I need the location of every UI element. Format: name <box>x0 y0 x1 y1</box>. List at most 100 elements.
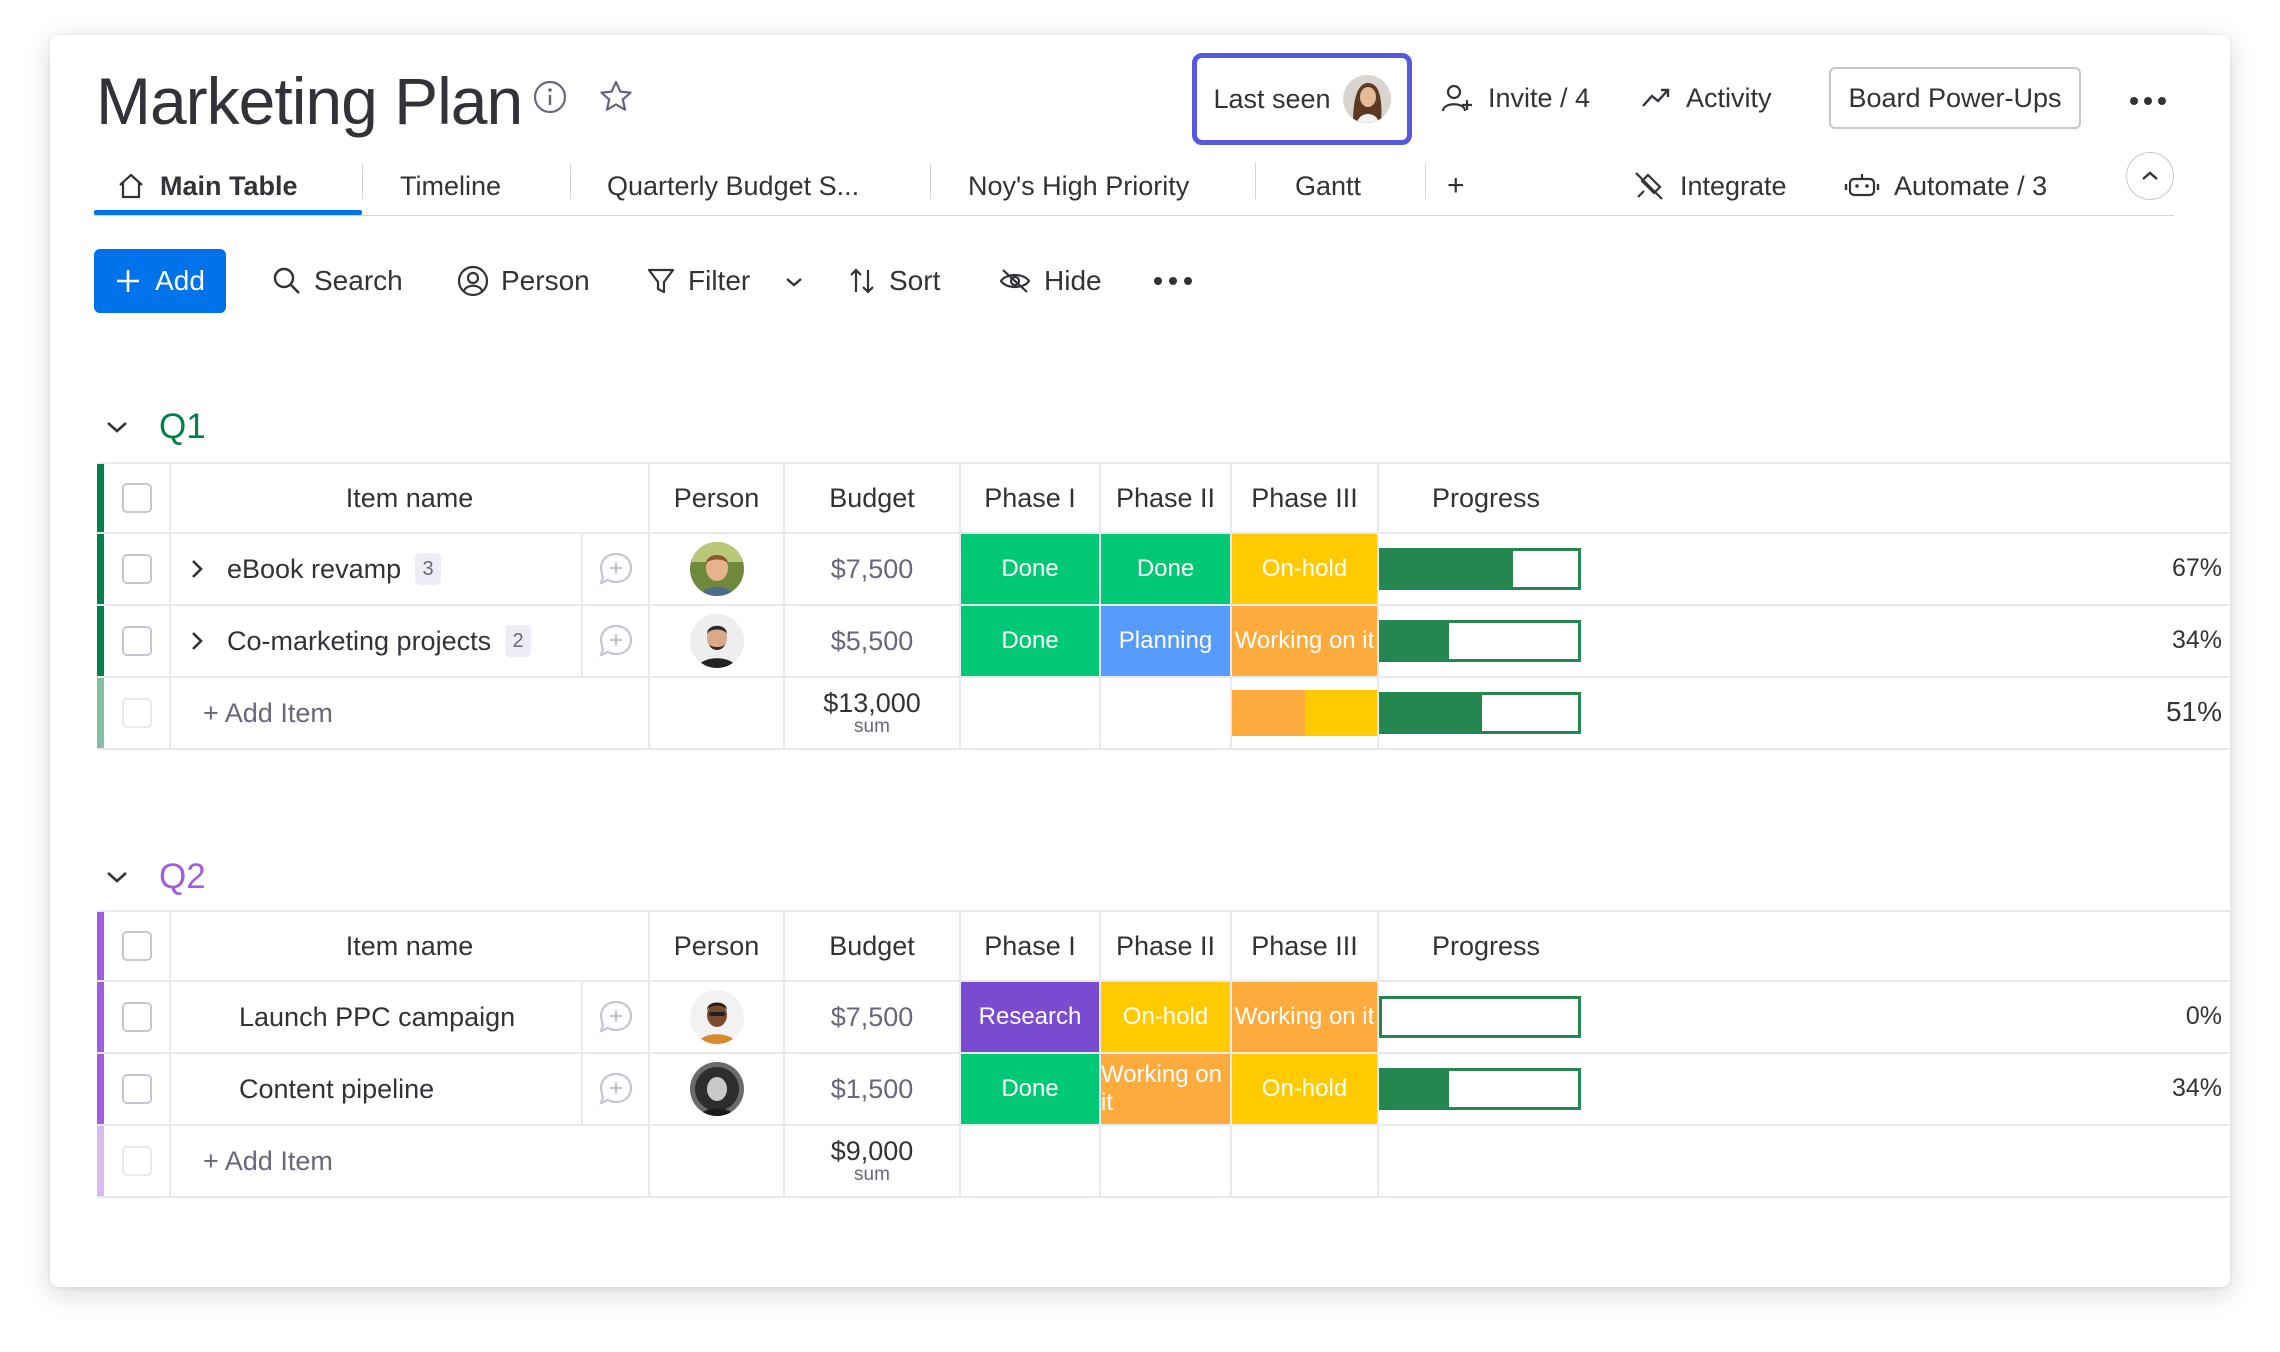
phase-3-status[interactable]: Working on it <box>1230 982 1377 1052</box>
table-row[interactable]: Co-marketing projects 2 $5,500 Done Plan… <box>97 606 2230 678</box>
integrate-button[interactable]: Integrate <box>1632 158 1787 214</box>
add-item-input[interactable]: + Add Item <box>169 1126 648 1196</box>
person-cell[interactable] <box>648 606 783 676</box>
select-all-checkbox[interactable] <box>121 483 152 513</box>
table-row[interactable]: Content pipeline $1,500 Done Working on … <box>97 1054 2230 1126</box>
board-power-ups-button[interactable]: Board Power-Ups <box>1829 67 2081 129</box>
filter-dropdown-chevron-icon[interactable] <box>779 267 809 297</box>
phase-2-status[interactable]: Planning <box>1099 606 1230 676</box>
budget-cell[interactable]: $1,500 <box>783 1054 959 1124</box>
phase-1-status[interactable]: Research <box>959 982 1099 1052</box>
group-header-q2[interactable]: Q2 <box>105 847 206 907</box>
person-avatar[interactable] <box>689 542 744 596</box>
group-header-q1[interactable]: Q1 <box>105 397 206 457</box>
more-options-icon[interactable] <box>2126 81 2170 121</box>
info-icon[interactable] <box>532 79 568 115</box>
chevron-down-icon[interactable] <box>105 419 129 435</box>
tab-main-table[interactable]: Main Table <box>116 158 298 214</box>
phase-2-status[interactable]: On-hold <box>1099 982 1230 1052</box>
budget-cell[interactable]: $5,500 <box>783 606 959 676</box>
group-title-q1[interactable]: Q1 <box>159 407 206 447</box>
add-update-icon[interactable] <box>597 550 635 588</box>
column-header-phase-2[interactable]: Phase II <box>1099 464 1230 532</box>
add-view-button[interactable]: + <box>1447 158 1465 214</box>
column-header-phase-2[interactable]: Phase II <box>1099 912 1230 980</box>
person-avatar[interactable] <box>689 990 744 1044</box>
group-title-q2[interactable]: Q2 <box>159 857 206 897</box>
chevron-down-icon[interactable] <box>105 869 129 885</box>
person-avatar[interactable] <box>689 1062 744 1116</box>
table-row[interactable]: eBook revamp 3 $7,500 Done Done On-hold … <box>97 534 2230 606</box>
tab-gantt[interactable]: Gantt <box>1295 158 1361 214</box>
activity-button[interactable]: Activity <box>1640 75 1772 121</box>
phase-3-status[interactable]: On-hold <box>1230 1054 1377 1124</box>
phase-1-status[interactable]: Done <box>959 606 1099 676</box>
sort-button[interactable]: Sort <box>847 249 940 313</box>
star-icon[interactable] <box>596 77 636 117</box>
last-seen-button[interactable]: Last seen <box>1192 53 1412 145</box>
column-header-item-name[interactable]: Item name <box>169 912 648 980</box>
updates-cell[interactable] <box>581 534 648 604</box>
person-filter-button[interactable]: Person <box>457 249 590 313</box>
expand-subitems-chevron-icon[interactable] <box>187 557 207 581</box>
hide-button[interactable]: Hide <box>998 249 1102 313</box>
phase-3-status[interactable]: On-hold <box>1230 534 1377 604</box>
budget-cell[interactable]: $7,500 <box>783 982 959 1052</box>
column-header-progress[interactable]: Progress <box>1377 464 1593 532</box>
item-name-cell[interactable]: Launch PPC campaign <box>169 982 581 1052</box>
item-name[interactable]: eBook revamp <box>227 554 401 585</box>
person-cell[interactable] <box>648 534 783 604</box>
filter-button[interactable]: Filter <box>646 249 750 313</box>
item-name-cell[interactable]: Co-marketing projects 2 <box>169 606 581 676</box>
item-name[interactable]: Content pipeline <box>239 1074 434 1105</box>
row-checkbox[interactable] <box>121 554 152 584</box>
column-header-phase-1[interactable]: Phase I <box>959 464 1099 532</box>
phase-3-distribution-bar[interactable] <box>1232 690 1377 736</box>
phase-2-status[interactable]: Working on it <box>1099 1054 1230 1124</box>
column-header-budget[interactable]: Budget <box>783 912 959 980</box>
add-update-icon[interactable] <box>597 998 635 1036</box>
board-title[interactable]: Marketing Plan <box>96 61 523 141</box>
collapse-header-button[interactable] <box>2126 152 2174 200</box>
person-cell[interactable] <box>648 982 783 1052</box>
item-name-cell[interactable]: Content pipeline <box>169 1054 581 1124</box>
tab-quarterly-budget[interactable]: Quarterly Budget S... <box>607 158 859 214</box>
row-checkbox[interactable] <box>121 626 152 656</box>
row-checkbox[interactable] <box>121 1002 152 1032</box>
column-header-progress[interactable]: Progress <box>1377 912 1593 980</box>
toolbar-more-icon[interactable] <box>1150 261 1196 301</box>
phase-1-status[interactable]: Done <box>959 534 1099 604</box>
budget-cell[interactable]: $7,500 <box>783 534 959 604</box>
updates-cell[interactable] <box>581 982 648 1052</box>
search-button[interactable]: Search <box>272 249 403 313</box>
add-update-icon[interactable] <box>597 1070 635 1108</box>
column-header-phase-3[interactable]: Phase III <box>1230 912 1377 980</box>
phase-1-status[interactable]: Done <box>959 1054 1099 1124</box>
tab-timeline[interactable]: Timeline <box>400 158 501 214</box>
row-checkbox[interactable] <box>121 1074 152 1104</box>
item-name[interactable]: Launch PPC campaign <box>239 1002 515 1033</box>
phase-2-status[interactable]: Done <box>1099 534 1230 604</box>
expand-subitems-chevron-icon[interactable] <box>187 629 207 653</box>
column-header-phase-1[interactable]: Phase I <box>959 912 1099 980</box>
tab-noys-high-priority[interactable]: Noy's High Priority <box>968 158 1189 214</box>
column-header-phase-3[interactable]: Phase III <box>1230 464 1377 532</box>
table-row[interactable]: Launch PPC campaign $7,500 Research On-h… <box>97 982 2230 1054</box>
person-cell[interactable] <box>648 1054 783 1124</box>
invite-button[interactable]: Invite / 4 <box>1440 75 1590 121</box>
subitems-count-badge[interactable]: 2 <box>505 625 532 657</box>
add-update-icon[interactable] <box>597 622 635 660</box>
person-avatar[interactable] <box>689 614 744 668</box>
select-all-checkbox[interactable] <box>121 931 152 961</box>
automate-button[interactable]: Automate / 3 <box>1844 158 2047 214</box>
updates-cell[interactable] <box>581 1054 648 1124</box>
add-item-input[interactable]: + Add Item <box>169 678 648 748</box>
column-header-person[interactable]: Person <box>648 464 783 532</box>
phase-3-status[interactable]: Working on it <box>1230 606 1377 676</box>
subitems-count-badge[interactable]: 3 <box>415 553 442 585</box>
add-item-button[interactable]: Add <box>94 249 226 313</box>
updates-cell[interactable] <box>581 606 648 676</box>
item-name-cell[interactable]: eBook revamp 3 <box>169 534 581 604</box>
column-header-person[interactable]: Person <box>648 912 783 980</box>
column-header-item-name[interactable]: Item name <box>169 464 648 532</box>
